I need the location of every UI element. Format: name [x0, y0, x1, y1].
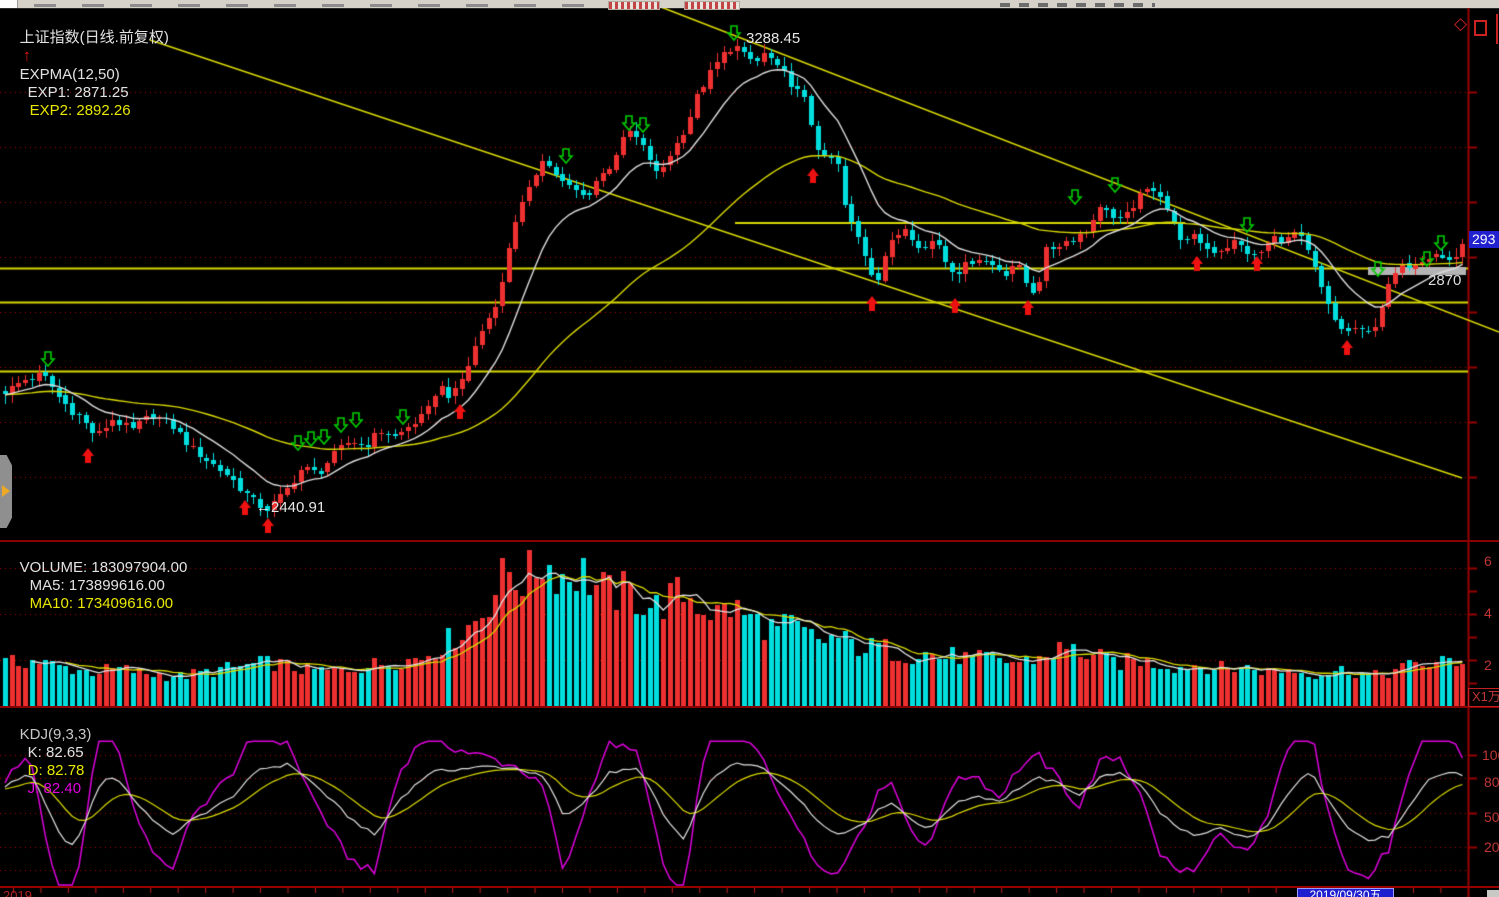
up-arrow-icon: ↑: [20, 46, 35, 65]
cursor-date-badge: 2019/09/30五: [1297, 888, 1394, 897]
clipped-edge-mark: [1496, 14, 1498, 44]
divider-kdj-axis: [0, 886, 1499, 888]
indicator-label: EXPMA(12,50): [20, 66, 120, 83]
exp2-value: EXP2: 2892.26: [30, 102, 131, 119]
kdj-k-value: K: 82.65: [28, 744, 84, 761]
volume-unit-label: X1万: [1468, 688, 1499, 707]
peak-annotation: 3288.45: [746, 30, 800, 47]
volume-header: VOLUME: 183097904.00 MA5: 173899616.00 M…: [3, 541, 187, 631]
kdj-header: KDJ(9,3,3) K: 82.65 D: 82.78 J: 82.40: [3, 708, 91, 816]
sidebar-expand-handle[interactable]: [0, 455, 12, 528]
kdj-j-value: J: 82.40: [28, 780, 81, 797]
kdj-tick-50: 50: [1484, 809, 1499, 825]
corner-resize-box[interactable]: [1487, 890, 1499, 897]
volume-tick-2: 2: [1484, 657, 1492, 673]
date-axis-canvas[interactable]: [0, 888, 1499, 897]
volume-ma10-value: MA10: 173409616.00: [30, 595, 173, 612]
chart-title: 上证指数(日线.前复权): [20, 29, 169, 46]
menu-items-clipped: [34, 4, 594, 7]
volume-chart-canvas[interactable]: [0, 542, 1499, 706]
kdj-chart-canvas[interactable]: [0, 708, 1499, 886]
square-icon[interactable]: [1474, 20, 1487, 36]
menu-text-clipped: [1000, 3, 1155, 7]
kdj-tick-20: 20: [1484, 839, 1499, 855]
volume-ma5-value: MA5: 173899616.00: [30, 577, 165, 594]
expand-arrow-icon: [2, 485, 10, 497]
main-chart-canvas[interactable]: [0, 8, 1499, 540]
app-logo[interactable]: [0, 0, 18, 8]
volume-tick-6: 6: [1484, 553, 1492, 569]
volume-tick-4: 4: [1484, 605, 1492, 621]
divider-volume-kdj: [0, 706, 1499, 708]
kdj-d-value: D: 82.78: [28, 762, 85, 779]
kdj-tick-100: 100: [1482, 747, 1499, 763]
divider-main-volume: [0, 540, 1499, 542]
low-annotation: ←2440.91: [256, 499, 325, 516]
axis-year-label: 2019: [3, 888, 32, 897]
main-chart-header: 上证指数(日线.前复权) ↑ EXPMA(12,50) EXP1: 2871.2…: [3, 11, 169, 138]
trendline-price-label: 2870: [1428, 272, 1461, 289]
trading-app-screen: 上证指数(日线.前复权) ↑ EXPMA(12,50) EXP1: 2871.2…: [0, 0, 1499, 897]
volume-value: VOLUME: 183097904.00: [20, 559, 188, 576]
kdj-tick-80: 80: [1484, 774, 1499, 790]
diamond-icon[interactable]: ◇: [1454, 15, 1467, 33]
kdj-label: KDJ(9,3,3): [20, 726, 92, 743]
exp1-value: EXP1: 2871.25: [28, 84, 129, 101]
last-price-badge: 293: [1469, 231, 1499, 248]
